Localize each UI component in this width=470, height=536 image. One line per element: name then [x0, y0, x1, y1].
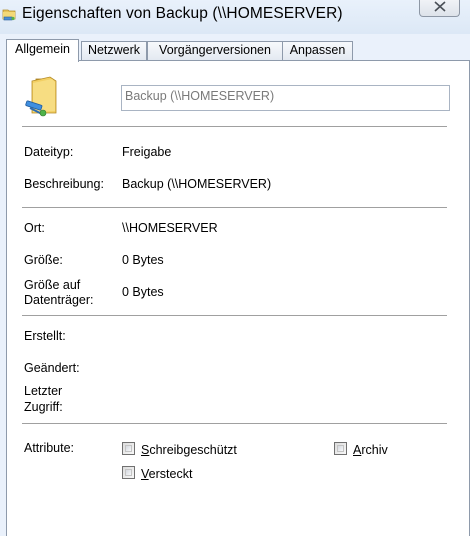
hidden-accel: V — [141, 467, 149, 481]
separator — [22, 207, 447, 208]
share-name-value: Backup (\\HOMESERVER) — [125, 89, 275, 103]
size-value: 0 Bytes — [122, 253, 164, 267]
shared-folder-icon — [2, 9, 16, 21]
tab-allgemein[interactable]: Allgemein — [6, 39, 79, 62]
tab-netzwerk-label: Netzwerk — [87, 43, 141, 57]
size-label: Größe: — [24, 253, 63, 267]
separator — [22, 126, 447, 127]
tab-anpassen-label: Anpassen — [289, 43, 346, 57]
shared-folder-icon — [25, 76, 57, 117]
size-on-disk-value: 0 Bytes — [122, 285, 164, 299]
archive-checkbox-label[interactable]: Archiv — [353, 443, 388, 458]
last-access-label-line1: Letzter — [24, 384, 63, 398]
tab-vorgaengerversionen-label: Vorgängerversionen — [159, 43, 271, 57]
last-access-label-line2: Zugriff: — [24, 400, 63, 414]
description-label: Beschreibung: — [24, 177, 104, 191]
location-label: Ort: — [24, 221, 45, 235]
window-title: Eigenschaften von Backup (\\HOMESERVER) — [22, 5, 343, 22]
created-label: Erstellt: — [24, 329, 66, 343]
description-value: Backup (\\HOMESERVER) — [122, 177, 272, 191]
share-name-field[interactable]: Backup (\\HOMESERVER) — [121, 85, 450, 111]
modified-label: Geändert: — [24, 361, 80, 375]
hidden-rest: ersteckt — [148, 467, 193, 481]
attributes-label: Attribute: — [24, 441, 75, 455]
readonly-checkbox[interactable] — [122, 442, 135, 455]
close-button[interactable] — [419, 0, 460, 17]
tab-netzwerk[interactable]: Netzwerk — [81, 41, 147, 60]
readonly-checkbox-label[interactable]: Schreibgeschützt — [141, 443, 237, 458]
file-type-label: Dateityp: — [24, 145, 74, 159]
separator — [22, 423, 447, 424]
tab-vorgaengerversionen[interactable]: Vorgängerversionen — [147, 41, 283, 60]
archive-checkbox[interactable] — [334, 442, 347, 455]
file-type-value: Freigabe — [122, 145, 172, 159]
tab-anpassen[interactable]: Anpassen — [282, 41, 353, 60]
size-on-disk-label-line1: Größe auf — [24, 278, 81, 292]
hidden-checkbox-label[interactable]: Versteckt — [141, 467, 192, 482]
properties-dialog: Eigenschaften von Backup (\\HOMESERVER) … — [0, 0, 470, 536]
readonly-rest: chreibgeschützt — [149, 443, 237, 457]
separator — [22, 315, 447, 316]
title-bar[interactable]: Eigenschaften von Backup (\\HOMESERVER) — [0, 0, 470, 34]
hidden-checkbox[interactable] — [122, 466, 135, 479]
location-value: \\HOMESERVER — [122, 221, 218, 235]
tab-allgemein-label: Allgemein — [15, 42, 70, 56]
close-icon — [434, 1, 446, 12]
archive-rest: rchiv — [361, 443, 388, 457]
size-on-disk-label-line2: Datenträger: — [24, 293, 94, 307]
